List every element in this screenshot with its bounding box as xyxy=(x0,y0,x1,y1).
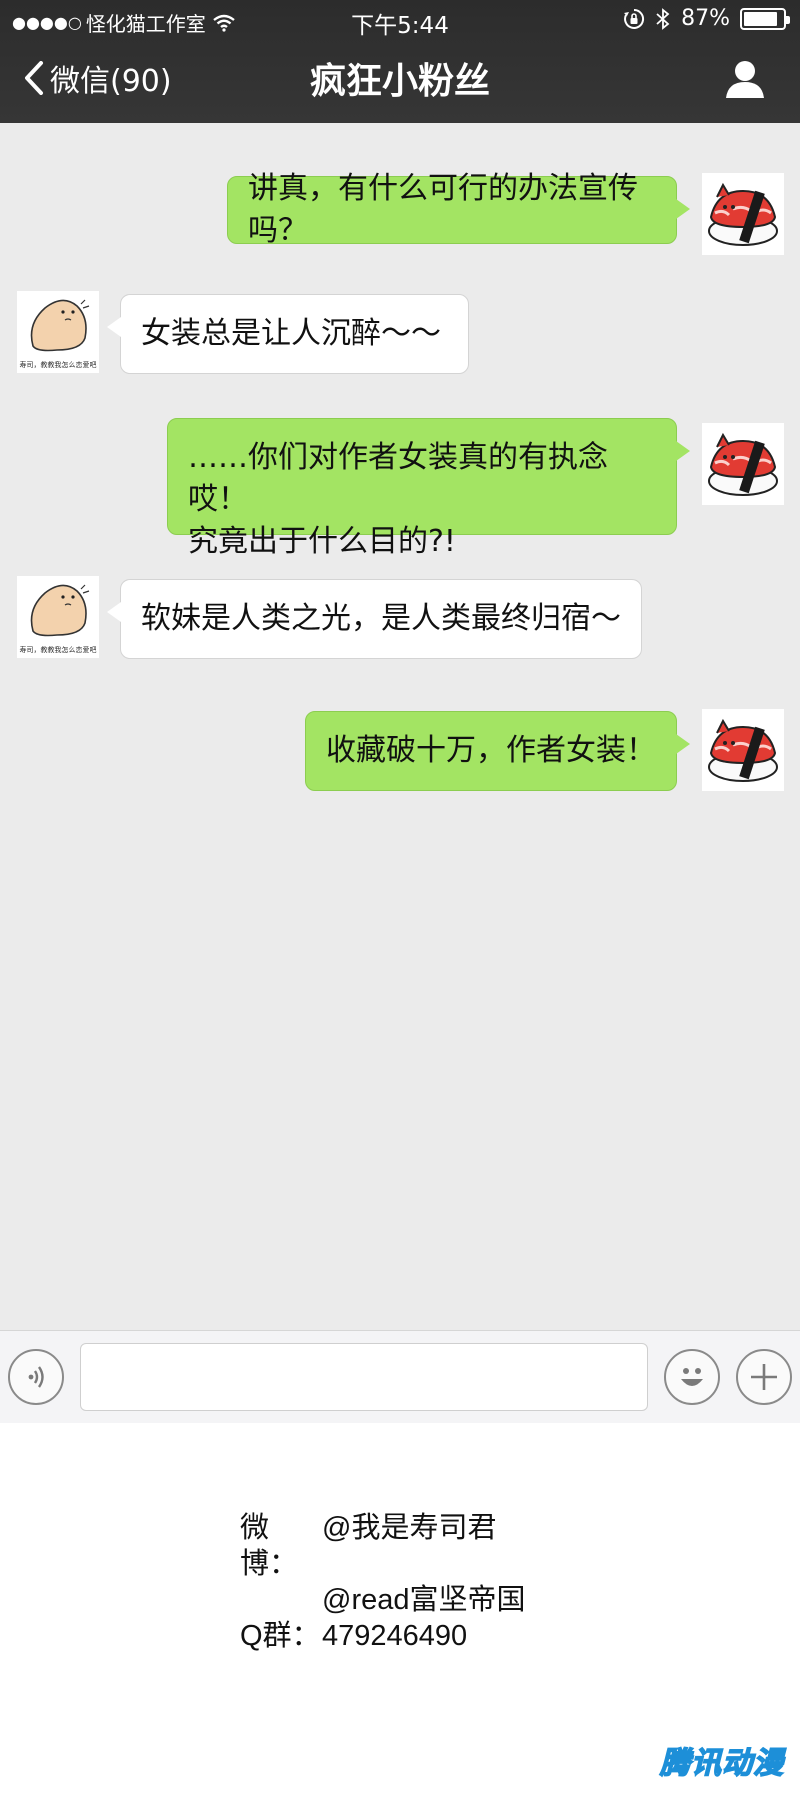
potato-avatar-icon xyxy=(30,299,90,352)
sushi-cat-avatar-icon xyxy=(708,718,778,782)
message-bubble-received[interactable]: 软妹是人类之光，是人类最终归宿～ xyxy=(107,579,642,659)
emoji-icon xyxy=(681,1368,703,1386)
avatar-self[interactable] xyxy=(702,423,784,505)
battery-percent: 87% xyxy=(681,6,730,31)
rotation-lock-icon xyxy=(624,8,645,29)
message-bubble-sent[interactable]: 收藏破十万，作者女装！ xyxy=(305,711,690,791)
plus-icon xyxy=(751,1364,777,1390)
voice-button[interactable] xyxy=(8,1349,64,1405)
status-bar: ●●●●○ 怪化猫工作室 下午5:44 87% xyxy=(0,0,800,40)
message-text: 收藏破十万，作者女装！ xyxy=(326,733,656,768)
avatar-caption: 寿司，教教我怎么恋爱吧 xyxy=(19,646,97,654)
message-bubble-sent[interactable]: ……你们对作者女装真的有执念哎！ 究竟出于什么目的?! xyxy=(167,418,690,559)
person-icon[interactable] xyxy=(724,58,766,100)
more-button[interactable] xyxy=(736,1349,792,1405)
avatar-self[interactable] xyxy=(702,173,784,255)
message-text: 软妹是人类之光，是人类最终归宿～ xyxy=(141,601,621,636)
avatar-contact[interactable]: 寿司，教教我怎么恋爱吧 xyxy=(17,291,99,373)
potato-avatar-icon xyxy=(30,584,90,637)
battery-fill xyxy=(744,11,778,26)
chat-title: 疯狂小粉丝 xyxy=(309,61,490,102)
avatar-self[interactable] xyxy=(702,709,784,791)
avatar-caption: 寿司，教教我怎么恋爱吧 xyxy=(19,361,97,369)
message-input[interactable] xyxy=(80,1343,648,1411)
message-bubble-received[interactable]: 女装总是让人沉醉～～ xyxy=(107,294,469,374)
author-contact-info: 微博： @我是寿司君 @read富坚帝国 Q群： 479246490 xyxy=(240,1510,525,1654)
weibo-handle-2: @read富坚帝国 xyxy=(322,1584,526,1616)
sushi-cat-avatar-icon xyxy=(708,182,778,246)
message-text: 女装总是让人沉醉～～ xyxy=(141,316,441,351)
message-text: ……你们对作者女装真的有执念哎！ 究竟出于什么目的?! xyxy=(188,440,608,559)
qq-group-row: Q群： 479246490 xyxy=(240,1618,525,1654)
weibo-handle-1: @我是寿司君 xyxy=(322,1512,497,1544)
chat-header: ●●●●○ 怪化猫工作室 下午5:44 87% 微信(90) 疯狂小粉丝 xyxy=(0,0,800,123)
weibo-row: 微博： @我是寿司君 xyxy=(240,1510,525,1582)
battery-icon xyxy=(740,7,790,30)
message-bubble-sent[interactable]: 讲真，有什么可行的办法宣传吗？ xyxy=(227,171,690,248)
watermark-logo: 腾讯动漫 xyxy=(659,1745,784,1782)
weibo-row-2: @read富坚帝国 xyxy=(240,1582,525,1618)
input-bar xyxy=(0,1330,800,1423)
weibo-label: 微博： xyxy=(240,1512,299,1580)
message-text: 讲真，有什么可行的办法宣传吗？ xyxy=(248,171,638,248)
qq-group-number: 479246490 xyxy=(322,1620,468,1652)
qq-label: Q群： xyxy=(240,1620,321,1652)
bluetooth-icon xyxy=(656,7,670,30)
sushi-cat-avatar-icon xyxy=(708,432,778,496)
message-list[interactable]: 讲真，有什么可行的办法宣传吗？ 寿司，教教我怎么恋爱吧 女装总是让人沉醉～～ …… xyxy=(0,123,800,1330)
avatar-contact[interactable]: 寿司，教教我怎么恋爱吧 xyxy=(17,576,99,658)
status-right: 87% xyxy=(623,6,790,31)
emoji-button[interactable] xyxy=(664,1349,720,1405)
voice-icon xyxy=(28,1366,44,1388)
